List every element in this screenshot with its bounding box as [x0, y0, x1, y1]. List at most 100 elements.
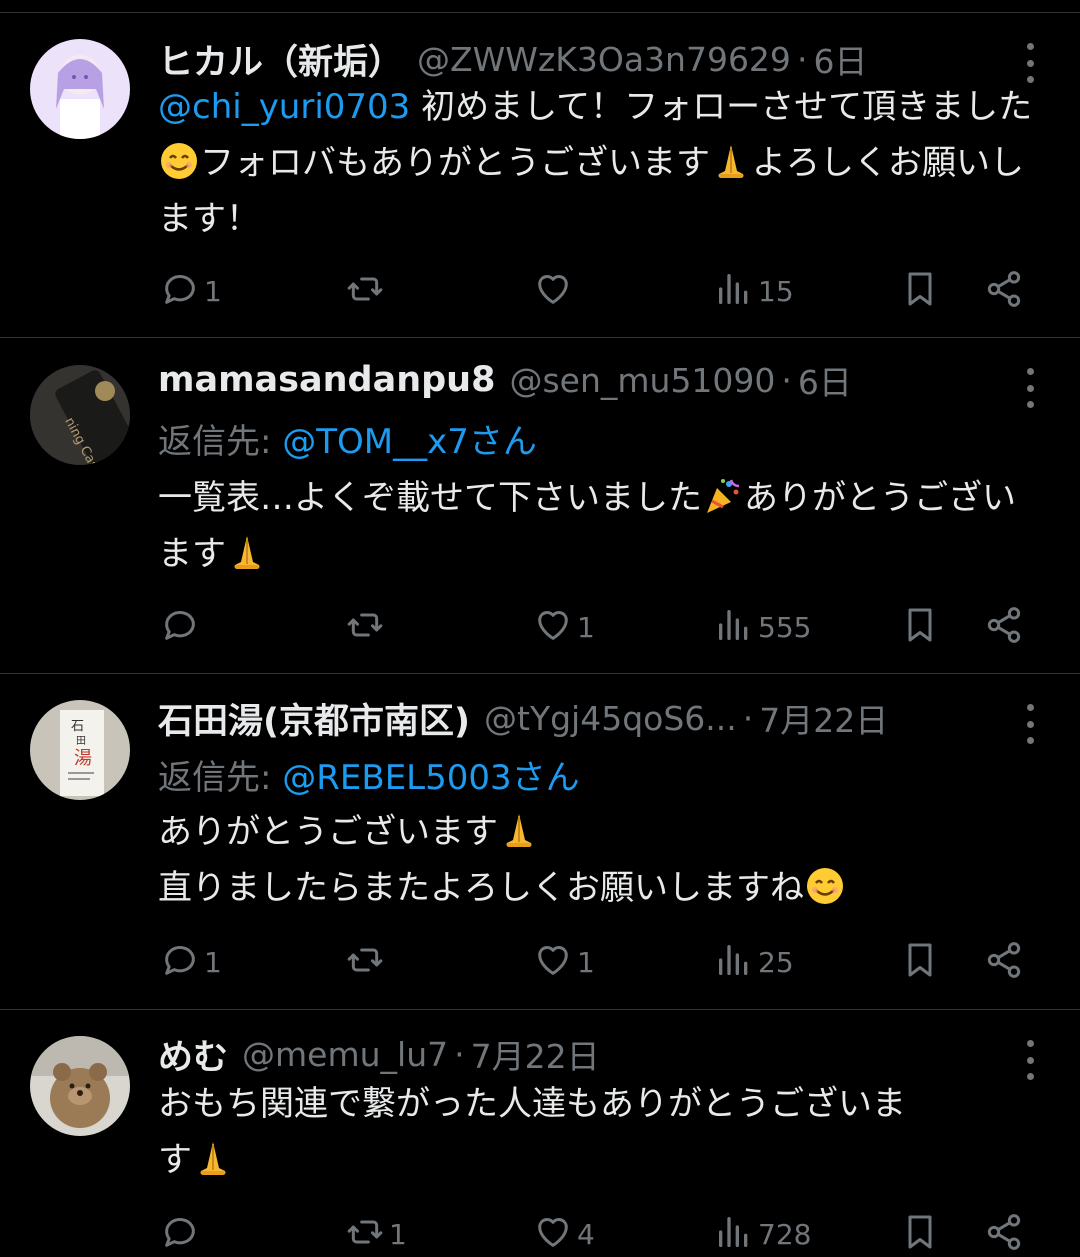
bookmark-button[interactable] [900, 605, 940, 649]
like-button[interactable]: 1 [533, 605, 595, 649]
separator-dot: · [796, 39, 808, 79]
reply-icon [160, 605, 200, 649]
text-segment: ありがとうございます [158, 812, 498, 852]
retweet-icon [345, 1212, 385, 1256]
action-bar: 1 4 728 [0, 1212, 1080, 1256]
timestamp[interactable]: 6日 [813, 35, 867, 83]
like-count: 4 [577, 1217, 595, 1251]
more-icon[interactable] [1016, 368, 1044, 408]
timestamp[interactable]: 7月22日 [471, 1030, 600, 1078]
text-segment: 初めまして！フォローさせて頂きました [410, 87, 1033, 127]
avatar[interactable]: 石 田 湯 [30, 700, 130, 800]
display-name[interactable]: mamasandanpu8 [158, 360, 495, 400]
retweet-icon [345, 605, 385, 649]
retweet-count: 1 [389, 1217, 407, 1251]
retweet-icon [345, 269, 385, 313]
post[interactable]: ning Cassette mamasandanpu8 @sen_mu51090… [0, 338, 1080, 674]
avatar[interactable]: ning Cassette [30, 365, 130, 465]
post-header: ヒカル（新垢） @ZWWzK3Oa3n79629 · 6日 [158, 35, 1010, 83]
reply-icon [160, 1212, 200, 1256]
reply-context: 返信先: @TOM__x7さん [158, 414, 537, 463]
share-icon [984, 940, 1024, 984]
reply-to-handle: @REBEL5003 [282, 758, 512, 798]
user-handle[interactable]: @sen_mu51090 [509, 361, 775, 400]
reply-button[interactable]: 1 [160, 940, 222, 984]
text-segment: 一覧表…よくぞ載せて下さいました [158, 478, 702, 518]
post[interactable]: めむ @memu_lu7 · 7月22日 おもち関連で繋がった人達もありがとうご… [0, 1010, 1080, 1257]
views-count: 25 [758, 945, 794, 979]
retweet-button[interactable]: 1 [345, 1212, 407, 1256]
views-button[interactable]: 555 [714, 605, 811, 649]
reply-to-link[interactable]: @REBEL5003さん [282, 758, 579, 798]
party-popper-emoji [703, 476, 743, 516]
text-segment: フォロバもありがとうございます [200, 143, 710, 183]
reply-icon [160, 269, 200, 313]
user-handle[interactable]: @ZWWzK3Oa3n79629 [417, 40, 791, 79]
views-icon [714, 605, 754, 649]
share-button[interactable] [984, 269, 1024, 313]
smiling-face-emoji [159, 141, 199, 181]
post[interactable]: ヒカル（新垢） @ZWWzK3Oa3n79629 · 6日 @chi_yuri0… [0, 13, 1080, 338]
svg-text:湯: 湯 [74, 748, 92, 769]
reply-count: 1 [204, 945, 222, 979]
bookmark-button[interactable] [900, 940, 940, 984]
action-bar: 1 15 [0, 269, 1080, 313]
bookmark-icon [900, 605, 940, 649]
display-name[interactable]: ヒカル（新垢） [158, 35, 403, 83]
reply-button[interactable] [160, 1212, 204, 1256]
views-icon [714, 269, 754, 313]
folded-hands-emoji [227, 532, 267, 572]
share-button[interactable] [984, 605, 1024, 649]
more-icon[interactable] [1016, 704, 1044, 744]
like-button[interactable]: 4 [533, 1212, 595, 1256]
folded-hands-emoji [711, 141, 751, 181]
reply-button[interactable] [160, 605, 204, 649]
views-button[interactable]: 728 [714, 1212, 811, 1256]
views-button[interactable]: 15 [714, 269, 794, 313]
reply-button[interactable]: 1 [160, 269, 222, 313]
user-handle[interactable]: @tYgj45qoS6... [484, 699, 737, 738]
user-handle[interactable]: @memu_lu7 [242, 1035, 448, 1074]
views-count: 728 [758, 1217, 812, 1251]
folded-hands-emoji [499, 810, 539, 850]
avatar[interactable] [30, 39, 130, 139]
share-button[interactable] [984, 1212, 1024, 1256]
reply-to-link[interactable]: @TOM__x7さん [282, 422, 537, 462]
share-icon [984, 269, 1024, 313]
retweet-button[interactable] [345, 940, 389, 984]
display-name[interactable]: 石田湯(京都市南区) [158, 694, 470, 742]
timestamp[interactable]: 7月22日 [759, 694, 888, 742]
more-icon[interactable] [1016, 1040, 1044, 1080]
like-count: 1 [577, 945, 595, 979]
bookmark-icon [900, 940, 940, 984]
bookmark-button[interactable] [900, 1212, 940, 1256]
more-icon[interactable] [1016, 43, 1044, 83]
views-count: 555 [758, 610, 812, 644]
post-header: 石田湯(京都市南区) @tYgj45qoS6... · 7月22日 [158, 694, 1010, 742]
like-count: 1 [577, 610, 595, 644]
bookmark-icon [900, 269, 940, 313]
reply-suffix: さん [468, 422, 537, 462]
share-button[interactable] [984, 940, 1024, 984]
post-text: @chi_yuri0703 初めまして！フォローさせて頂きましたフォロバもありが… [158, 79, 1040, 247]
like-icon [533, 940, 573, 984]
post-text: 一覧表…よくぞ載せて下さいました ありがとうございます [158, 470, 1040, 582]
timestamp[interactable]: 6日 [798, 356, 852, 404]
bookmark-button[interactable] [900, 269, 940, 313]
smiling-face-emoji [805, 866, 845, 906]
reply-to-handle: @TOM__x7 [282, 422, 469, 462]
mention-link[interactable]: @chi_yuri0703 [158, 87, 410, 127]
avatar[interactable] [30, 1036, 130, 1136]
like-button[interactable]: 1 [533, 940, 595, 984]
like-button[interactable] [533, 269, 577, 313]
display-name[interactable]: めむ [158, 1030, 228, 1078]
reply-prefix: 返信先: [158, 758, 283, 798]
like-icon [533, 605, 573, 649]
retweet-button[interactable] [345, 269, 389, 313]
retweet-button[interactable] [345, 605, 389, 649]
reply-count: 1 [204, 274, 222, 308]
post[interactable]: 石 田 湯 石田湯(京都市南区) @tYgj45qoS6... · 7月22日 … [0, 674, 1080, 1010]
post-text: ありがとうございます 直りましたらまたよろしくお願いしますね [158, 804, 1040, 916]
views-button[interactable]: 25 [714, 940, 794, 984]
reply-prefix: 返信先: [158, 422, 283, 462]
